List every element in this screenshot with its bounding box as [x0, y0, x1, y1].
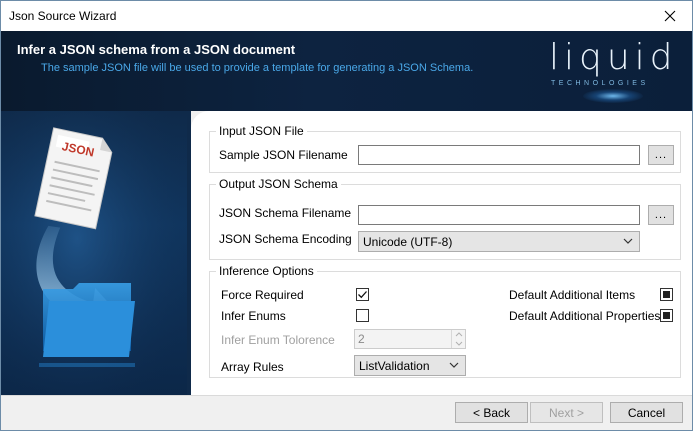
page-subheading: The sample JSON file will be used to pro…	[41, 62, 474, 74]
spinner-down-icon	[455, 341, 463, 346]
logo-glow	[583, 89, 643, 103]
back-button[interactable]: < Back	[455, 402, 528, 423]
array-rules-value: ListValidation	[359, 358, 430, 373]
enum-tolerance-label: Infer Enum Tolorence	[221, 333, 335, 347]
close-icon	[664, 10, 676, 22]
footer-divider	[1, 395, 692, 396]
default-additional-properties-label: Default Additional Properties	[509, 309, 661, 323]
wizard-window: Json Source Wizard Infer a JSON schema f…	[0, 0, 693, 431]
schema-encoding-value: Unicode (UTF-8)	[363, 234, 453, 249]
schema-encoding-label: JSON Schema Encoding	[219, 232, 352, 246]
schema-encoding-select[interactable]: Unicode (UTF-8)	[358, 231, 640, 252]
options-content-panel: Input JSON File Sample JSON Filename ...…	[191, 111, 692, 395]
chevron-down-icon	[623, 238, 633, 244]
cancel-button[interactable]: Cancel	[610, 402, 683, 423]
indeterminate-mark	[663, 291, 670, 298]
header-banner: Infer a JSON schema from a JSON document…	[1, 31, 692, 111]
schema-browse-button[interactable]: ...	[648, 205, 674, 225]
inference-group-title: Inference Options	[216, 264, 317, 278]
liquid-technologies-logo: liquid TECHNOLOGIES	[549, 37, 689, 109]
infer-enums-checkbox[interactable]	[356, 309, 369, 322]
logo-tagline: TECHNOLOGIES	[551, 80, 649, 87]
default-additional-items-label: Default Additional Items	[509, 288, 636, 302]
array-rules-label: Array Rules	[221, 360, 284, 374]
enum-tolerance-value: 2	[358, 332, 365, 346]
input-group-title: Input JSON File	[216, 124, 307, 138]
spinner-buttons[interactable]	[451, 330, 465, 348]
infer-enums-label: Infer Enums	[221, 309, 286, 323]
spinner-up-icon	[455, 332, 463, 337]
close-button[interactable]	[648, 1, 692, 31]
default-additional-properties-checkbox[interactable]	[660, 309, 673, 322]
output-group-title: Output JSON Schema	[216, 177, 341, 191]
schema-filename-input[interactable]	[358, 205, 640, 225]
force-required-checkbox[interactable]	[356, 288, 369, 301]
checkmark-icon	[358, 291, 367, 299]
side-illustration-panel: JSON	[1, 111, 191, 395]
enum-tolerance-spinner[interactable]: 2	[354, 329, 466, 349]
logo-word: liquid	[549, 37, 678, 78]
json-document-illustration: JSON	[1, 111, 191, 395]
indeterminate-mark	[663, 312, 670, 319]
sample-filename-label: Sample JSON Filename	[219, 148, 348, 162]
force-required-label: Force Required	[221, 288, 304, 302]
array-rules-select[interactable]: ListValidation	[354, 355, 466, 376]
default-additional-items-checkbox[interactable]	[660, 288, 673, 301]
chevron-down-icon	[449, 362, 459, 368]
schema-filename-label: JSON Schema Filename	[219, 206, 352, 220]
sample-browse-button[interactable]: ...	[648, 145, 674, 165]
next-button[interactable]: Next >	[530, 402, 603, 423]
page-heading: Infer a JSON schema from a JSON document	[17, 42, 296, 57]
sample-filename-input[interactable]	[358, 145, 640, 165]
title-bar: Json Source Wizard	[1, 1, 692, 31]
window-title: Json Source Wizard	[9, 9, 117, 23]
